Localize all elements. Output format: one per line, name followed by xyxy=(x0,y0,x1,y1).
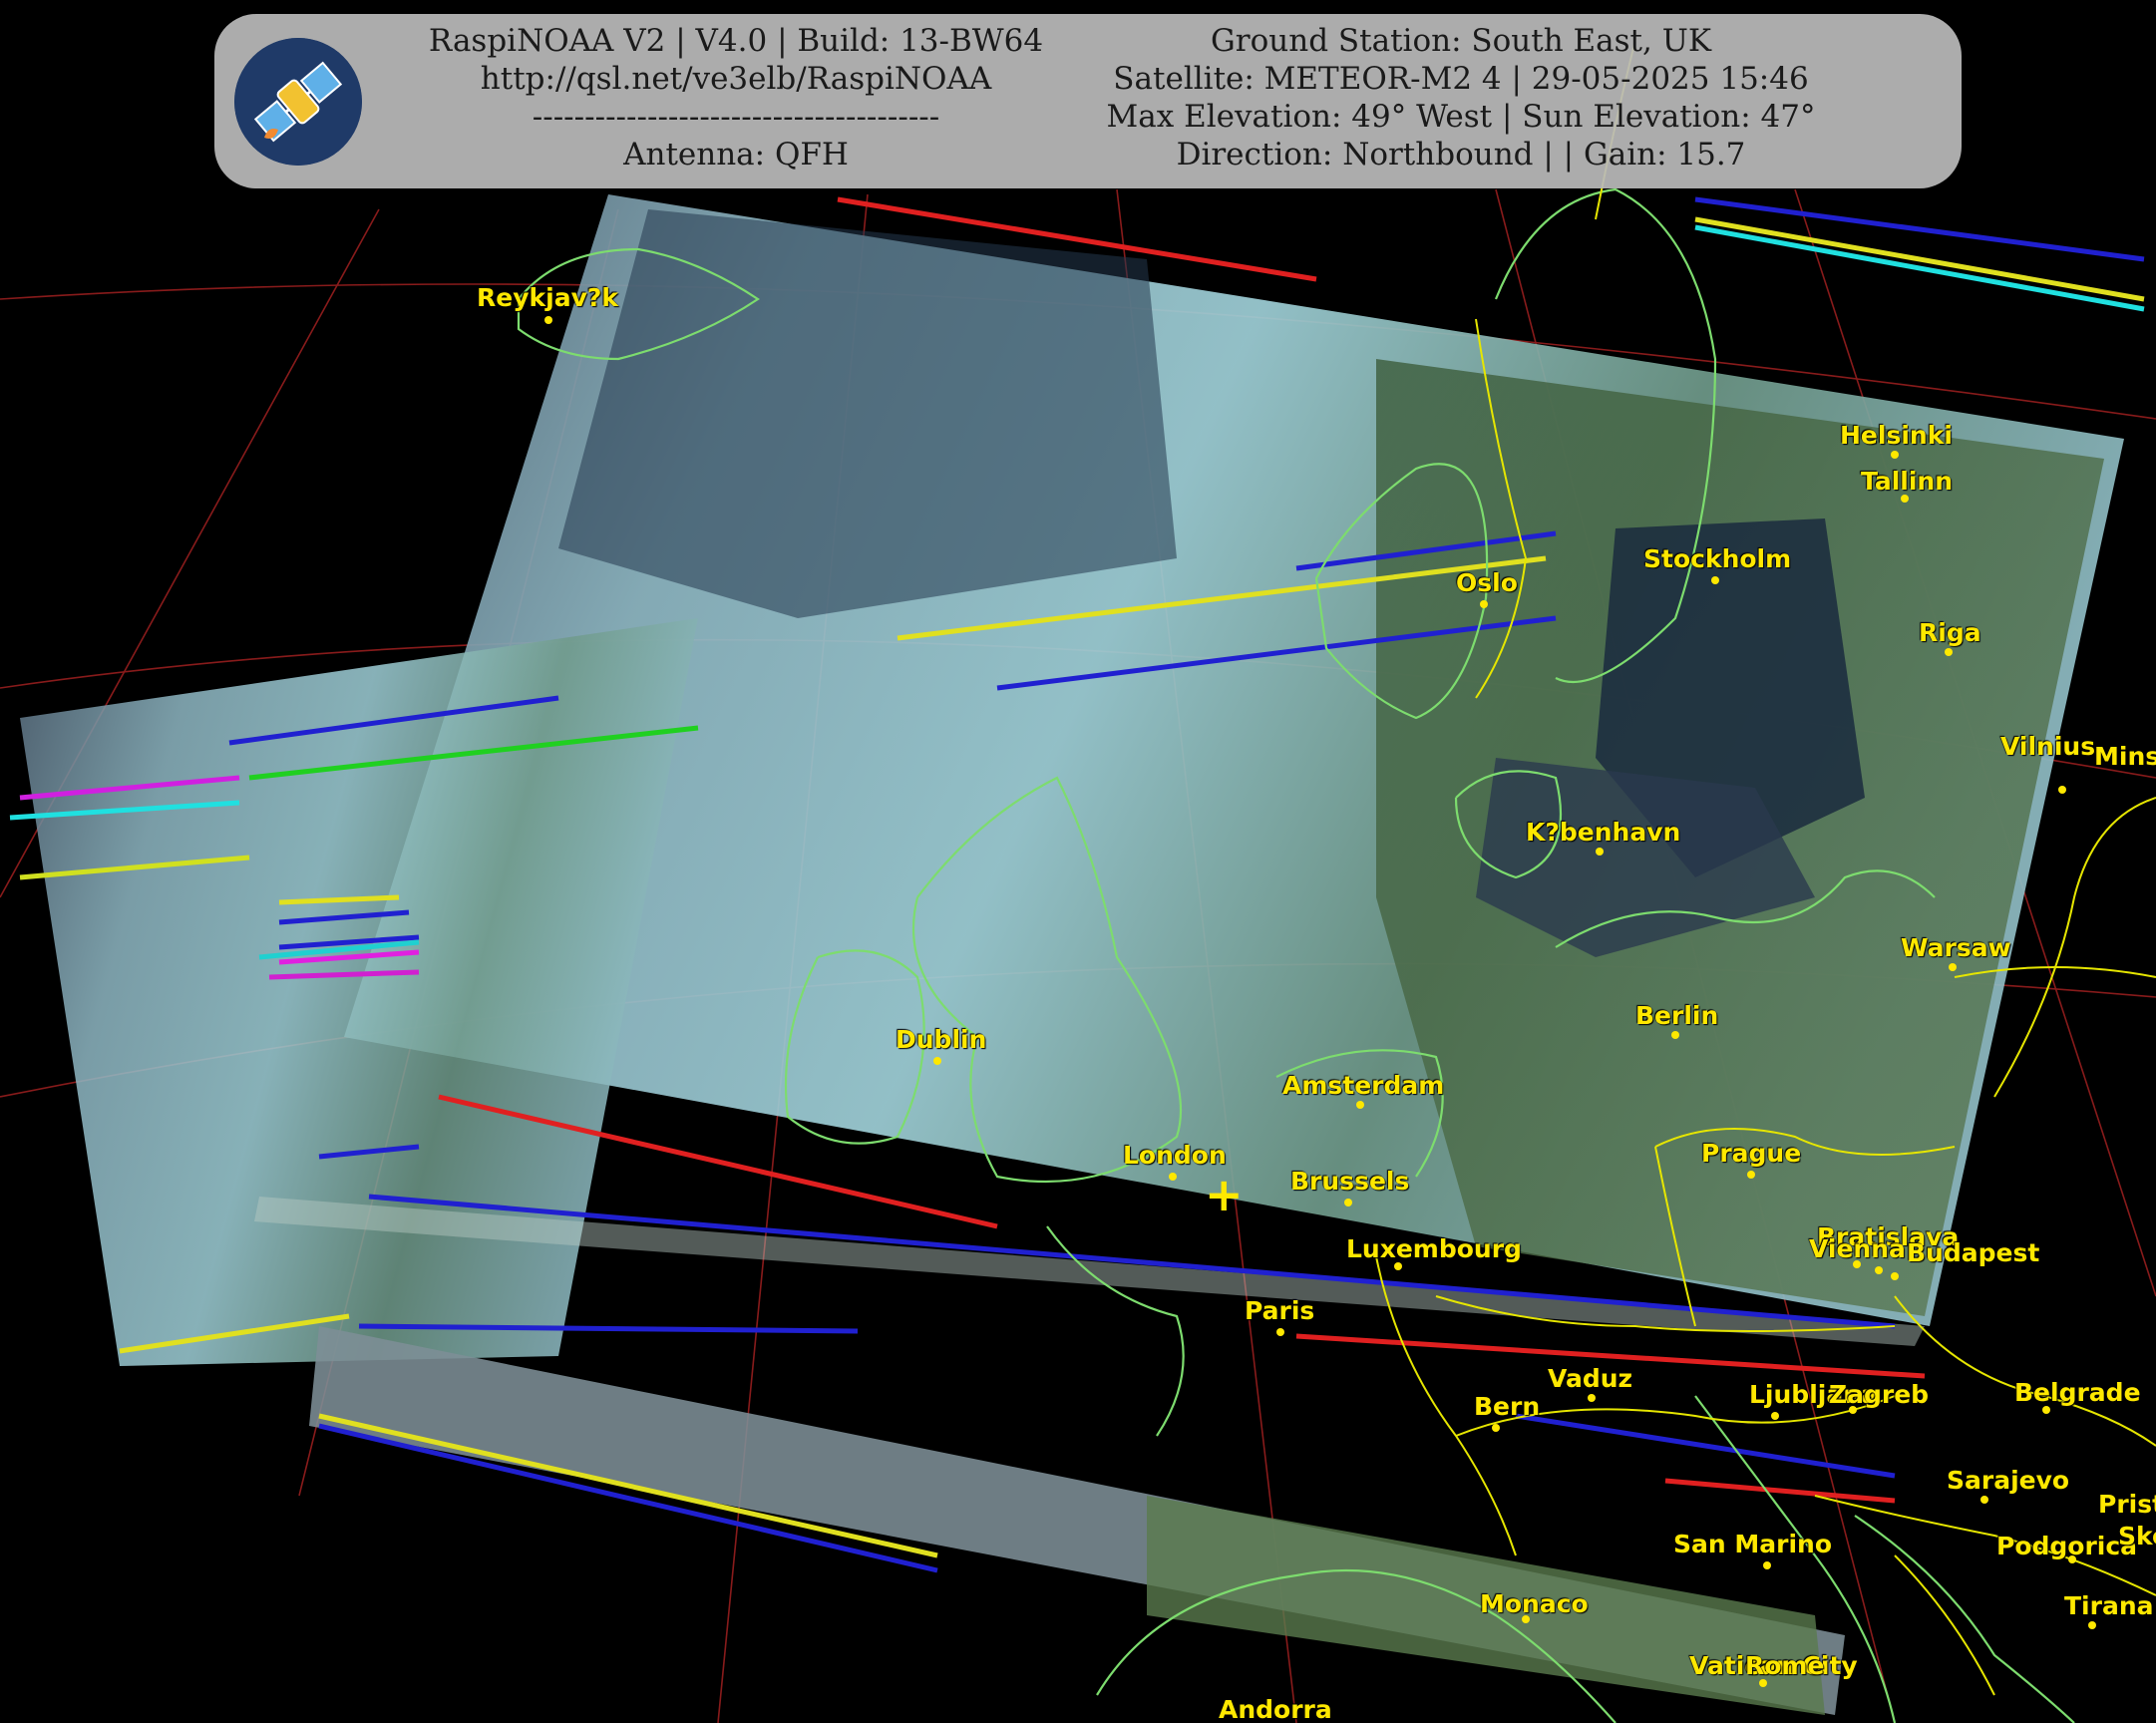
city-label: London xyxy=(1123,1141,1227,1170)
city-label: Warsaw xyxy=(1901,933,2011,962)
header-left-line-4: Antenna: QFH xyxy=(623,137,849,172)
city-label: Podgorica xyxy=(1996,1532,2138,1560)
header-right-line-4: Direction: Northbound | | Gain: 15.7 xyxy=(1176,137,1746,172)
city-marker xyxy=(1891,1272,1899,1280)
city-label: Skopje xyxy=(2118,1522,2156,1551)
city-marker xyxy=(1356,1101,1364,1109)
city-marker xyxy=(544,316,552,324)
satellite-image: RaspiNOAA V2 | V4.0 | Build: 13-BW64 htt… xyxy=(0,0,2156,1723)
city-marker xyxy=(2088,1621,2096,1629)
header-right-line-2: Satellite: METEOR-M2 4 | 29-05-2025 15:4… xyxy=(1113,61,1809,97)
city-marker xyxy=(1588,1394,1596,1402)
city-label: Amsterdam xyxy=(1282,1071,1445,1100)
city-label: Prague xyxy=(1701,1139,1802,1168)
city-marker xyxy=(1980,1496,1988,1504)
city-marker xyxy=(1394,1262,1402,1270)
city-label: Minsk xyxy=(2094,742,2156,771)
city-label: Vilnius xyxy=(2000,732,2096,761)
city-marker xyxy=(1853,1260,1861,1268)
city-marker xyxy=(1771,1412,1779,1420)
satellite-logo-icon xyxy=(234,38,362,166)
city-label: K?benhavn xyxy=(1526,818,1681,847)
city-label: Oslo xyxy=(1456,568,1518,597)
city-marker xyxy=(1901,495,1909,503)
city-label: San Marino xyxy=(1673,1530,1832,1558)
city-marker xyxy=(1522,1615,1530,1623)
city-label: Berlin xyxy=(1635,1001,1719,1030)
header-left-line-2: http://qsl.net/ve3elb/RaspiNOAA xyxy=(480,61,992,97)
city-label: Paris xyxy=(1245,1296,1315,1325)
city-label: Andorra xyxy=(1219,1695,1332,1723)
city-label: Tallinn xyxy=(1861,467,1954,496)
header-left-line-3: --------------------------------------- xyxy=(532,99,940,135)
city-marker xyxy=(1671,1031,1679,1039)
city-label: Zagreb xyxy=(1829,1380,1930,1409)
city-label: Sarajevo xyxy=(1947,1466,2070,1495)
city-marker xyxy=(1492,1424,1500,1432)
city-label: Helsinki xyxy=(1840,421,1953,450)
city-marker xyxy=(1759,1679,1767,1687)
city-label: Budapest xyxy=(1907,1238,2040,1267)
city-label: Brussels xyxy=(1290,1167,1410,1196)
city-label: Rome xyxy=(1745,1651,1825,1680)
header-right-line-1: Ground Station: South East, UK xyxy=(1211,23,1711,59)
city-marker xyxy=(1747,1171,1755,1179)
city-label: Monaco xyxy=(1480,1589,1589,1618)
city-marker xyxy=(2068,1555,2076,1563)
satellite-swath xyxy=(20,194,2124,1715)
header-left-line-1: RaspiNOAA V2 | V4.0 | Build: 13-BW64 xyxy=(428,23,1044,59)
pass-info-panel: RaspiNOAA V2 | V4.0 | Build: 13-BW64 htt… xyxy=(214,14,1962,188)
city-label: Tirana xyxy=(2064,1591,2154,1620)
crosshair-icon: + xyxy=(1205,1168,1244,1221)
city-label: Vaduz xyxy=(1548,1364,1633,1393)
city-marker xyxy=(1949,963,1957,971)
city-marker xyxy=(1711,576,1719,584)
city-marker xyxy=(1169,1173,1177,1181)
city-label: Vienna xyxy=(1809,1234,1906,1263)
city-label: Reykjav?k xyxy=(477,283,618,312)
city-marker xyxy=(2042,1406,2050,1414)
city-marker xyxy=(1596,848,1604,856)
city-marker xyxy=(1276,1328,1284,1336)
city-marker xyxy=(2058,786,2066,794)
city-label: Riga xyxy=(1919,618,1981,647)
city-label: Pristina xyxy=(2098,1490,2156,1519)
satellite-map xyxy=(0,39,2156,1723)
city-marker xyxy=(1480,600,1488,608)
city-label: Belgrade xyxy=(2014,1378,2141,1407)
city-marker xyxy=(1849,1406,1857,1414)
city-marker xyxy=(1763,1561,1771,1569)
city-marker xyxy=(933,1057,941,1065)
city-label: Dublin xyxy=(896,1025,987,1054)
city-marker xyxy=(1344,1199,1352,1206)
city-marker xyxy=(1875,1266,1883,1274)
city-marker xyxy=(1945,648,1953,656)
header-right-line-3: Max Elevation: 49° West | Sun Elevation:… xyxy=(1106,99,1816,135)
city-label: Bern xyxy=(1474,1392,1541,1421)
city-label: Luxembourg xyxy=(1346,1234,1522,1263)
city-label: Stockholm xyxy=(1643,544,1792,573)
city-marker xyxy=(1891,451,1899,459)
